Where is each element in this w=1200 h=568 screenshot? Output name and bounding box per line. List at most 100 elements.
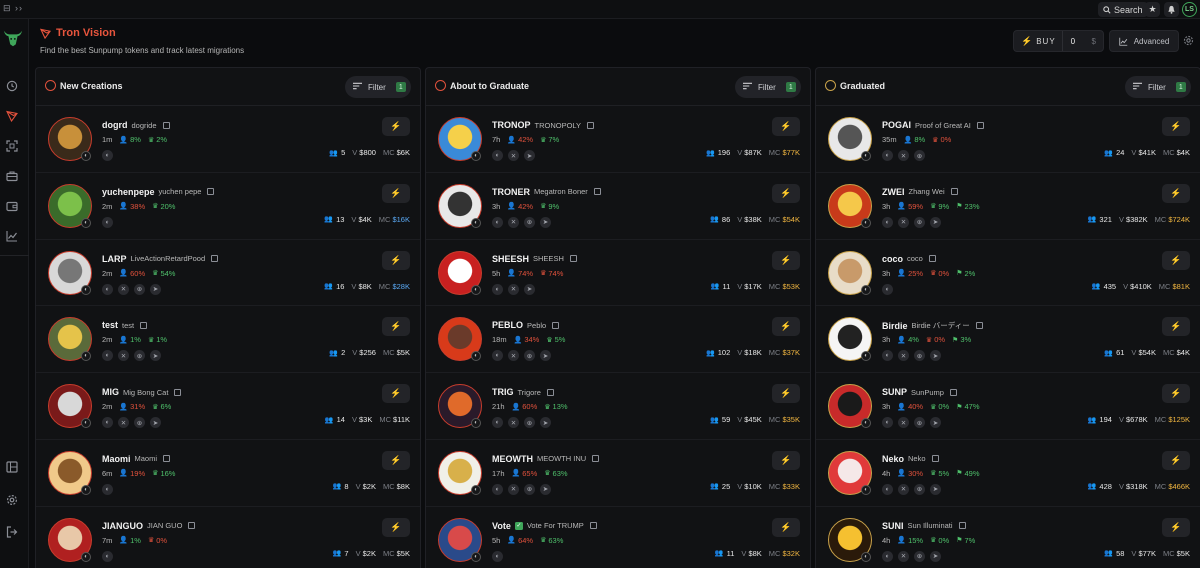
layout-icon[interactable] xyxy=(5,460,19,474)
token-ticker[interactable]: TRONER xyxy=(492,187,530,197)
token-card[interactable]: ◐ Neko Neko 4h 👤 30% ♛ 5% ⚑ 49% ◐ ✕ ⊕ ➤ ⚡ 👥 428 V $318K MC $… xyxy=(816,440,1200,507)
tg-link-icon[interactable]: ➤ xyxy=(930,483,941,495)
quick-buy-button[interactable]: ⚡ xyxy=(772,250,800,270)
token-ticker[interactable]: test xyxy=(102,320,118,330)
copy-icon[interactable] xyxy=(589,522,597,530)
copy-icon[interactable] xyxy=(928,255,936,263)
web-link-icon[interactable]: ◐ xyxy=(492,483,503,495)
copy-icon[interactable] xyxy=(958,522,966,530)
globe-link-icon[interactable]: ⊕ xyxy=(134,350,145,362)
globe-link-icon[interactable]: ⊕ xyxy=(524,216,535,228)
quick-buy-button[interactable]: ⚡ xyxy=(382,384,410,404)
copy-icon[interactable] xyxy=(546,388,554,396)
x-link-icon[interactable]: ✕ xyxy=(898,216,909,228)
token-ticker[interactable]: dogrd xyxy=(102,120,128,130)
token-card[interactable]: ◐ test test 2m 👤 1% ♛ 1% ◐ ✕ ⊕ ➤ ⚡ 👥 2 V $256 MC $5K xyxy=(36,306,420,374)
advanced-button[interactable]: Advanced xyxy=(1109,30,1179,52)
token-ticker[interactable]: TRIG xyxy=(492,387,514,397)
quick-buy-button[interactable]: ⚡ xyxy=(772,450,800,470)
token-ticker[interactable]: yuchenpepe xyxy=(102,187,155,197)
copy-icon[interactable] xyxy=(976,121,984,129)
web-link-icon[interactable]: ◐ xyxy=(102,350,113,362)
tron-vision-icon[interactable] xyxy=(5,109,19,123)
globe-link-icon[interactable]: ⊕ xyxy=(914,483,925,495)
token-card[interactable]: ◐ Birdie Birdie バーディー 3h 👤 4% ♛ 0% ⚑ 3% ◐ ✕ ⊕ ➤ ⚡ 👥 61 V $… xyxy=(816,306,1200,374)
x-link-icon[interactable]: ✕ xyxy=(898,483,909,495)
tg-link-icon[interactable]: ➤ xyxy=(540,350,551,362)
tg-link-icon[interactable]: ➤ xyxy=(540,483,551,495)
web-link-icon[interactable]: ◐ xyxy=(102,150,113,161)
bell-icon[interactable] xyxy=(1164,2,1179,17)
copy-icon[interactable] xyxy=(587,121,595,129)
globe-link-icon[interactable]: ⊕ xyxy=(914,216,925,228)
copy-icon[interactable] xyxy=(975,322,983,330)
quick-buy-button[interactable]: ⚡ xyxy=(1162,117,1190,136)
tg-link-icon[interactable]: ➤ xyxy=(930,417,941,429)
copy-icon[interactable] xyxy=(162,121,170,129)
web-link-icon[interactable]: ◐ xyxy=(102,417,113,429)
copy-icon[interactable] xyxy=(211,255,219,263)
user-avatar[interactable]: LS xyxy=(1182,2,1197,17)
token-ticker[interactable]: Neko xyxy=(882,454,904,464)
star-icon[interactable]: ★ xyxy=(1145,2,1160,17)
quick-buy-button[interactable]: ⚡ xyxy=(772,183,800,203)
web-link-icon[interactable]: ◐ xyxy=(492,550,503,562)
copy-icon[interactable] xyxy=(140,321,148,329)
token-card[interactable]: ◐ JIANGUO JIAN GUO 7m 👤 1% ♛ 0% ◐ ⚡ 👥 7 V $2K MC $5K xyxy=(36,507,420,568)
token-card[interactable]: ◐ dogrd dogride 1m 👤 8% ♛ 2% ◐ ⚡ 👥 5 V $800 MC $6K xyxy=(36,106,420,173)
x-link-icon[interactable]: ✕ xyxy=(508,216,519,228)
logout-icon[interactable] xyxy=(5,525,19,539)
x-link-icon[interactable]: ✕ xyxy=(898,550,909,562)
token-ticker[interactable]: PEBLO xyxy=(492,320,523,330)
token-ticker[interactable]: Vote xyxy=(492,521,511,531)
web-link-icon[interactable]: ◐ xyxy=(882,417,893,429)
x-link-icon[interactable]: ✕ xyxy=(898,417,909,429)
web-link-icon[interactable]: ◐ xyxy=(882,350,893,362)
web-link-icon[interactable]: ◐ xyxy=(102,216,113,228)
token-card[interactable]: ◐ Vote ✓ Vote For TRUMP 5h 👤 64% ♛ 63% ◐ ⚡ 👥 11 V $8K M… xyxy=(426,507,810,568)
copy-icon[interactable] xyxy=(592,455,600,463)
token-ticker[interactable]: LARP xyxy=(102,254,127,264)
token-card[interactable]: ◐ Maomi Maomi 6m 👤 19% ♛ 16% ◐ ⚡ 👥 8 V $2K MC $8K xyxy=(36,440,420,507)
sidebar-toggle-icon[interactable]: ⊟ ›› xyxy=(3,3,23,14)
copy-icon[interactable] xyxy=(593,188,601,196)
web-link-icon[interactable]: ◐ xyxy=(492,417,503,429)
x-link-icon[interactable]: ✕ xyxy=(118,350,129,362)
x-link-icon[interactable]: ✕ xyxy=(508,483,519,495)
history-icon[interactable] xyxy=(5,79,19,93)
token-ticker[interactable]: POGAI xyxy=(882,120,911,130)
web-link-icon[interactable]: ◐ xyxy=(492,350,503,362)
web-link-icon[interactable]: ◐ xyxy=(492,283,503,295)
tg-link-icon[interactable]: ➤ xyxy=(540,216,551,228)
x-link-icon[interactable]: ✕ xyxy=(118,283,129,295)
copy-icon[interactable] xyxy=(163,455,171,463)
copy-icon[interactable] xyxy=(931,455,939,463)
token-ticker[interactable]: TRONOP xyxy=(492,120,531,130)
web-link-icon[interactable]: ◐ xyxy=(882,150,893,161)
quick-buy-button[interactable]: ⚡ xyxy=(1162,250,1190,270)
token-ticker[interactable]: coco xyxy=(882,254,903,264)
token-card[interactable]: ◐ TRIG Trigore 21h 👤 60% ♛ 13% ◐ ✕ ⊕ ➤ ⚡ 👥 59 V $45K MC $3… xyxy=(426,373,810,440)
web-link-icon[interactable]: ◐ xyxy=(882,550,893,562)
gear-icon[interactable] xyxy=(1183,35,1194,46)
briefcase-icon[interactable] xyxy=(5,169,19,183)
web-link-icon[interactable]: ◐ xyxy=(102,283,113,295)
quick-buy-button[interactable]: ⚡ xyxy=(772,317,800,337)
globe-link-icon[interactable]: ⊕ xyxy=(524,417,535,429)
x-link-icon[interactable]: ✕ xyxy=(898,150,909,161)
x-link-icon[interactable]: ✕ xyxy=(508,350,519,362)
filter-button[interactable]: Filter 1 xyxy=(735,76,801,98)
token-ticker[interactable]: Maomi xyxy=(102,454,131,464)
quick-buy-button[interactable]: ⚡ xyxy=(1162,450,1190,470)
x-link-icon[interactable]: ✕ xyxy=(118,417,129,429)
token-card[interactable]: ◐ POGAI Proof of Great AI 35m 👤 8% ♛ 0% ◐ ✕ ⊕ ⚡ 👥 24 V… xyxy=(816,106,1200,173)
web-link-icon[interactable]: ◐ xyxy=(492,150,503,161)
quick-buy-button[interactable]: ⚡ xyxy=(382,517,410,537)
copy-icon[interactable] xyxy=(949,388,957,396)
token-ticker[interactable]: Birdie xyxy=(882,321,908,331)
globe-link-icon[interactable]: ⊕ xyxy=(914,350,925,362)
globe-link-icon[interactable]: ⊕ xyxy=(914,150,925,161)
token-ticker[interactable]: MIG xyxy=(102,387,119,397)
buy-amount-input[interactable]: 0 xyxy=(1063,37,1092,46)
quick-buy-button[interactable]: ⚡ xyxy=(1162,317,1190,337)
